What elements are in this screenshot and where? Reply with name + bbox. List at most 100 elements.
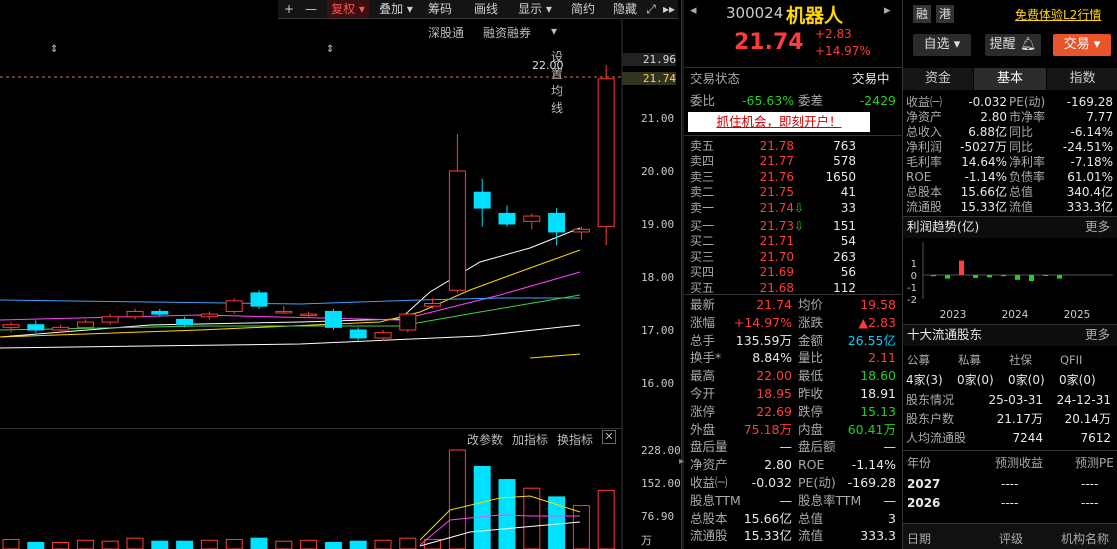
- holders-table: 公募 私募 社保 QFII 4家(3) 0家(0) 0家(0) 0家(0) 股东情况 25-03-…: [903, 348, 1117, 450]
- stat-label: 盘后量: [690, 439, 728, 455]
- candle-body: [498, 212, 516, 225]
- forecast-pe: ----: [1081, 477, 1099, 491]
- stat-value: 135.59万: [735, 332, 792, 348]
- fin-value: 15.33亿: [960, 200, 1007, 214]
- add-indicator-button[interactable]: 加指标: [512, 431, 548, 448]
- stat-label: 总手: [690, 332, 716, 348]
- order-level-volume: 54: [840, 234, 856, 249]
- candle-body: [597, 78, 615, 228]
- volume-bar: [52, 541, 70, 549]
- stat-label: 最高: [690, 368, 716, 384]
- holder-type-value: 0家(0): [957, 373, 994, 387]
- holder-row-label: 人均流通股: [906, 431, 967, 445]
- stat-label: 流值: [798, 528, 824, 544]
- volume-bar: [523, 487, 541, 549]
- candle-body: [126, 310, 144, 318]
- profit-trend-chart: 10-1-2 2023 2024 2025: [907, 242, 1113, 321]
- stat-value: 3: [888, 510, 896, 526]
- volume-bar: [275, 540, 293, 549]
- fin-value: -6.14%: [1070, 125, 1113, 139]
- trade-state-value: 交易中: [852, 71, 890, 86]
- close-indicator-icon[interactable]: ✕: [602, 430, 616, 444]
- trade-label: 交易: [1063, 37, 1090, 52]
- stock-name: 机器人: [786, 5, 844, 27]
- moving-average-line: [0, 297, 580, 305]
- holder-type-head: 公募: [907, 353, 930, 367]
- forecast-head: 预测PE: [1075, 456, 1114, 470]
- candle-body: [27, 324, 45, 331]
- volume-bar: [374, 539, 392, 549]
- l2-trial-link[interactable]: 免费体验L2行情: [1015, 6, 1101, 23]
- fin-label: 总值: [1009, 185, 1034, 199]
- order-level-price: 21.69: [759, 265, 794, 280]
- order-level-label: 卖二: [690, 185, 715, 200]
- stat-value: —: [883, 439, 897, 455]
- candle-body: [225, 300, 243, 312]
- holder-row-value: 24-12-31: [1056, 393, 1111, 407]
- volume-bar: [76, 539, 94, 549]
- next-stock-icon[interactable]: ▸: [884, 3, 891, 18]
- holder-row-label: 股东情况: [906, 393, 955, 407]
- candlestick-svg[interactable]: [0, 0, 680, 549]
- volume-bar: [101, 540, 119, 549]
- stat-label: ROE: [798, 457, 825, 473]
- volume-bar: [399, 537, 417, 549]
- stat-value: +14.97%: [733, 314, 792, 330]
- prev-stock-icon[interactable]: ◂: [690, 3, 697, 18]
- fin-label: 市净率: [1009, 110, 1046, 124]
- candle-body: [151, 310, 169, 315]
- order-level-price: 21.71: [759, 234, 794, 249]
- tab-basic[interactable]: 基本: [974, 68, 1046, 90]
- fundamentals-table: 收益㈠ -0.032 PE(动) -169.28 净资产 2.80 市净率 7.77 总收入 6.…: [903, 93, 1117, 215]
- fin-value: -24.51%: [1062, 140, 1113, 154]
- profit-more-link[interactable]: 更多: [1085, 219, 1110, 235]
- fundamentals-panel: 融 港 免费体验L2行情 自选 ▾ 提醒 🔔︎ 交易 ▾ 资金 基本 指数 收益…: [902, 0, 1117, 549]
- volume-bar: [300, 539, 318, 549]
- candle-body: [200, 313, 218, 318]
- holders-title: 十大流通股东: [907, 327, 983, 342]
- tab-index[interactable]: 指数: [1047, 68, 1117, 90]
- holder-type-value: 4家(3): [906, 373, 943, 387]
- volume-bar: [27, 541, 45, 549]
- watchlist-label: 自选: [923, 37, 950, 52]
- alert-button[interactable]: 提醒 🔔︎: [985, 34, 1041, 56]
- fin-label: 同比: [1009, 125, 1034, 139]
- holder-row-value: 21.17万: [996, 412, 1043, 426]
- price-tick: 19.00: [641, 218, 675, 231]
- price-change: +2.83: [815, 27, 852, 41]
- trade-button[interactable]: 交易 ▾: [1053, 34, 1111, 56]
- tab-funds[interactable]: 资金: [903, 68, 973, 90]
- profit-bar: [973, 275, 978, 278]
- forecast-pe: ----: [1081, 496, 1099, 510]
- stat-label: 外盘: [690, 421, 716, 437]
- order-level-price: 21.77: [759, 154, 794, 169]
- stat-label: 金额: [798, 332, 824, 348]
- margin-badge[interactable]: 融: [913, 5, 931, 23]
- volume-bar: [597, 489, 615, 549]
- stat-label: 净资产: [690, 457, 728, 473]
- price-tick: 16.00: [641, 377, 675, 390]
- kline-chart-area[interactable]: + — 复权 ▾ 叠加 ▾ 筹码 画线 显示 ▾ 简约 隐藏 ⤢ ▸▸ 深股通 …: [0, 0, 681, 549]
- volume-bar: [498, 479, 516, 549]
- profit-axis-tick: -2: [907, 295, 917, 306]
- fin-value: 15.66亿: [960, 185, 1007, 199]
- stat-label: 盘后额: [798, 439, 836, 455]
- holder-type-head: 社保: [1009, 353, 1032, 367]
- edit-params-button[interactable]: 改参数: [467, 431, 503, 448]
- volume-bar: [2, 538, 20, 549]
- fin-value: -169.28: [1066, 95, 1113, 109]
- stat-value: —: [883, 492, 897, 508]
- candle-body: [250, 292, 268, 307]
- candle-body: [548, 212, 566, 233]
- holders-more-link[interactable]: 更多: [1085, 327, 1110, 343]
- watchlist-button[interactable]: 自选 ▾: [913, 34, 971, 56]
- switch-indicator-button[interactable]: 换指标: [557, 431, 593, 448]
- order-level-volume: 56: [840, 265, 856, 280]
- stat-value: 15.13: [860, 403, 896, 419]
- stat-label: 流通股: [690, 528, 728, 544]
- hk-connect-badge[interactable]: 港: [936, 5, 954, 23]
- order-level-label: 卖五: [690, 139, 715, 153]
- volume-bar: [473, 466, 491, 549]
- open-account-ad[interactable]: 抓住机会，即刻开户！: [688, 112, 870, 132]
- fin-label: 收益㈠: [906, 95, 943, 109]
